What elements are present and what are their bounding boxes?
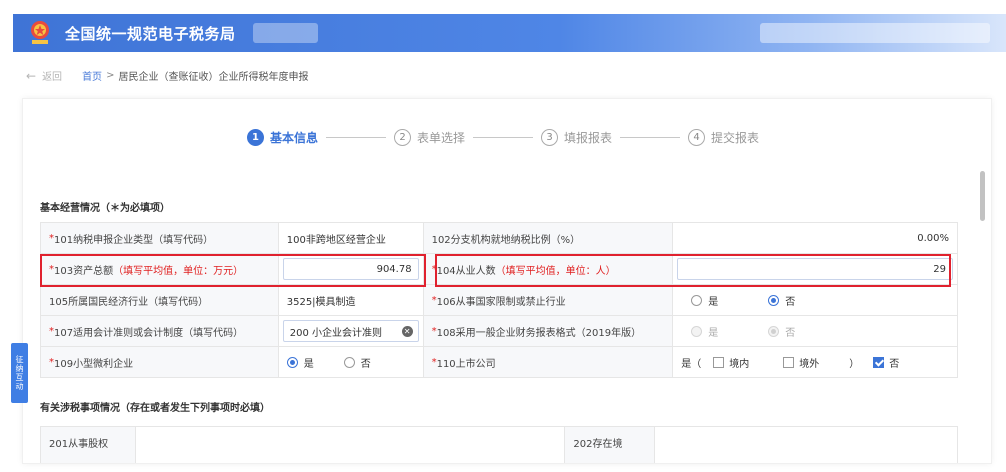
field-value-101: 100非跨地区经营企业 <box>279 223 424 253</box>
highlight-box-103 <box>40 254 426 287</box>
step-basic-info: 1 基本信息 <box>247 129 318 146</box>
step-label: 填报报表 <box>564 131 613 145</box>
back-arrow-icon: ← <box>26 68 37 83</box>
form-row: * 107适用会计准则或会计制度（填写代码） 200 小企业会计准则 ✕ * 1… <box>41 316 958 347</box>
step-label: 提交报表 <box>711 131 760 145</box>
back-button[interactable]: ← 返回 <box>26 68 63 84</box>
radio-button[interactable] <box>768 294 780 306</box>
checkbox-label: 否 <box>889 358 900 370</box>
step-form-select: 2 表单选择 <box>394 129 465 146</box>
step-number: 2 <box>394 129 412 146</box>
radio-label: 是 <box>708 327 719 339</box>
step-connector <box>473 137 534 138</box>
form-row: 105所属国民经济行业（填写代码） 3525|模具制造 * 106从事国家限制或… <box>41 285 958 316</box>
field-label-110: * 110上市公司 <box>423 347 674 377</box>
basic-info-grid: * 101纳税申报企业类型（填写代码） 100非跨地区经营企业 102分支机构就… <box>40 222 958 378</box>
select-value: 200 小企业会计准则 <box>289 327 382 339</box>
field-label-106: * 106从事国家限制或禁止行业 <box>423 285 674 315</box>
section-title-basic: 基本经营情况（＊为必填项） <box>40 203 170 214</box>
field-label-201: 201从事股权 <box>41 427 136 463</box>
field-label-202: 202存在境 <box>565 427 656 463</box>
checkbox-label: 境外 <box>799 358 820 370</box>
clear-icon[interactable]: ✕ <box>401 326 413 337</box>
breadcrumb: ← 返回 首页 > 居民企业（查账征收）企业所得税年度申报 <box>26 68 309 84</box>
breadcrumb-current: 居民企业（查账征收）企业所得税年度申报 <box>118 72 309 83</box>
radio-button[interactable] <box>286 356 298 368</box>
step-fill-report: 3 填报报表 <box>541 129 612 146</box>
checkbox-no[interactable] <box>873 356 885 368</box>
form-row: * 101纳税申报企业类型（填写代码） 100非跨地区经营企业 102分支机构就… <box>41 223 958 254</box>
radio-option-no[interactable]: 否 <box>343 355 371 370</box>
field-radio-106: 是 否 <box>673 285 958 315</box>
scrollbar-thumb[interactable] <box>980 171 985 221</box>
tax-emblem-icon <box>31 21 49 44</box>
interaction-side-tab[interactable]: 征纳互动 <box>11 343 28 403</box>
field-value-105: 3525|模具制造 <box>279 285 424 315</box>
label-text: 108采用一般企业财务报表格式（2019年版） <box>436 327 642 339</box>
field-label-107: * 107适用会计准则或会计制度（填写代码） <box>41 316 279 346</box>
radio-option-yes[interactable]: 是 <box>691 293 718 308</box>
check-prefix: 是（ <box>681 358 702 370</box>
user-area-blurred[interactable] <box>760 23 990 43</box>
accounting-standard-select[interactable]: 200 小企业会计准则 ✕ <box>282 320 419 342</box>
radio-button[interactable] <box>691 294 703 306</box>
step-label: 表单选择 <box>417 131 466 145</box>
step-number: 1 <box>247 129 264 146</box>
field-cell-202 <box>655 427 958 463</box>
label-text: 109小型微利企业 <box>54 358 134 370</box>
region-label-blurred <box>253 23 318 43</box>
field-label-105: 105所属国民经济行业（填写代码） <box>41 285 279 315</box>
field-cell-107: 200 小企业会计准则 ✕ <box>279 316 424 346</box>
step-label: 基本信息 <box>270 131 319 145</box>
tax-matters-grid: 201从事股权 202存在境 <box>40 426 958 463</box>
radio-option-no[interactable]: 否 <box>768 293 795 308</box>
field-radio-109: 是 否 <box>279 347 424 377</box>
radio-button <box>691 325 703 337</box>
field-check-110: 是（ 境内 境外 ） 否 <box>673 347 958 377</box>
highlight-box-104 <box>435 254 951 287</box>
field-radio-108: 是 否 <box>673 316 958 346</box>
radio-button <box>768 325 780 337</box>
check-suffix: ） <box>849 358 860 370</box>
radio-label: 否 <box>785 327 796 339</box>
top-header: 全国统一规范电子税务局 <box>13 14 1006 52</box>
field-label-109: * 109小型微利企业 <box>41 347 279 377</box>
checkbox-label: 境内 <box>729 358 750 370</box>
step-indicator: 1 基本信息 2 表单选择 3 填报报表 4 提交报表 <box>247 129 759 146</box>
step-connector <box>620 137 681 138</box>
breadcrumb-separator: > <box>106 70 115 81</box>
field-label-108: * 108采用一般企业财务报表格式（2019年版） <box>423 316 674 346</box>
radio-button[interactable] <box>343 356 355 368</box>
breadcrumb-home-link[interactable]: 首页 <box>82 68 102 83</box>
checkbox-domestic[interactable] <box>713 356 725 368</box>
field-label-101: * 101纳税申报企业类型（填写代码） <box>41 223 279 253</box>
site-title: 全国统一规范电子税务局 <box>65 25 236 43</box>
field-cell-201 <box>136 427 566 463</box>
checkbox-overseas[interactable] <box>783 356 795 368</box>
field-label-102: 102分支机构就地纳税比例（%） <box>423 223 674 253</box>
step-connector <box>326 137 387 138</box>
form-card: 1 基本信息 2 表单选择 3 填报报表 4 提交报表 基本经营情况（＊为必填项… <box>22 98 992 464</box>
radio-option-yes[interactable]: 是 <box>286 355 314 370</box>
back-label: 返回 <box>42 72 63 83</box>
section-title-tax-matters: 有关涉税事项情况（存在或者发生下列事项时必填） <box>40 403 270 414</box>
field-value-102: 0.00% <box>673 223 958 253</box>
radio-label: 是 <box>303 358 314 370</box>
step-number: 4 <box>688 129 706 146</box>
label-text: 106从事国家限制或禁止行业 <box>436 296 566 308</box>
label-text: 107适用会计准则或会计制度（填写代码） <box>54 327 244 339</box>
radio-option-no: 否 <box>768 324 795 339</box>
label-text: 101纳税申报企业类型（填写代码） <box>54 234 214 246</box>
radio-label: 是 <box>708 296 719 308</box>
radio-label: 否 <box>785 296 796 308</box>
label-text: 110上市公司 <box>436 358 496 370</box>
radio-option-yes: 是 <box>691 324 718 339</box>
form-row: * 109小型微利企业 是 否 * 110上市公司 是（ 境内 境外 ） 否 <box>41 347 958 378</box>
step-submit: 4 提交报表 <box>688 129 759 146</box>
radio-label: 否 <box>360 358 371 370</box>
step-number: 3 <box>541 129 559 146</box>
